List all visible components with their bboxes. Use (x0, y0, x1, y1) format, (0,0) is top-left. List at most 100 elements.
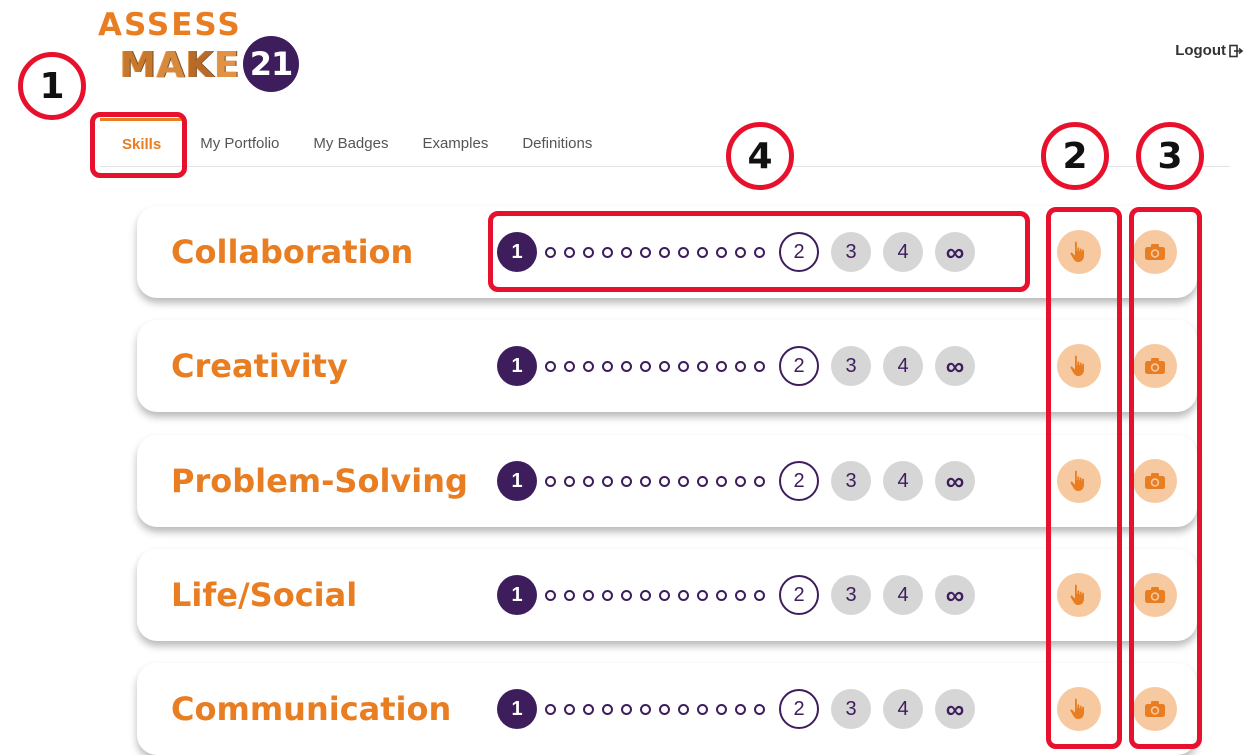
progress-step-dot (659, 360, 670, 372)
progress-step-dot (678, 360, 689, 372)
progress-step-dot (564, 703, 575, 715)
level-1-badge[interactable]: 1 (497, 575, 537, 615)
level-2-badge[interactable]: 2 (779, 346, 819, 386)
tab-my-badges[interactable]: My Badges (296, 118, 405, 166)
progress-step-dot (640, 360, 651, 372)
progress-step-dot (545, 589, 556, 601)
annotation-marker-2: 2 (1041, 122, 1109, 190)
progress-step-dot (621, 589, 632, 601)
progress-step-dot (564, 360, 575, 372)
progress-step-dot (716, 475, 727, 487)
annotation-box-progress (488, 211, 1030, 292)
skill-row: Communication 1 2 3 4 ∞ (137, 663, 1197, 755)
skill-progress-track: 1 2 3 4 ∞ (497, 461, 975, 501)
level-1-badge[interactable]: 1 (497, 689, 537, 729)
annotation-box-skills-tab (90, 112, 187, 178)
annotation-marker-4: 4 (726, 122, 794, 190)
skill-row: Life/Social 1 2 3 4 ∞ (137, 549, 1197, 641)
level-4-badge[interactable]: 4 (883, 461, 923, 501)
progress-step-dot (735, 475, 746, 487)
skill-name[interactable]: Problem-Solving (171, 435, 468, 527)
progress-step-dot (583, 475, 594, 487)
level-infinity-badge[interactable]: ∞ (935, 689, 975, 729)
progress-step-dot (754, 475, 765, 487)
level-4-badge[interactable]: 4 (883, 575, 923, 615)
progress-step-dot (583, 360, 594, 372)
skill-progress-track: 1 2 3 4 ∞ (497, 689, 975, 729)
logout-label: Logout (1175, 42, 1226, 59)
progress-step-dot (659, 703, 670, 715)
progress-step-dot (564, 475, 575, 487)
progress-step-dot (678, 703, 689, 715)
level-1-badge[interactable]: 1 (497, 461, 537, 501)
progress-step-dot (716, 703, 727, 715)
progress-step-dot (545, 360, 556, 372)
progress-step-dot (754, 703, 765, 715)
progress-step-dot (716, 360, 727, 372)
tab-examples[interactable]: Examples (405, 118, 505, 166)
level-1-badge[interactable]: 1 (497, 346, 537, 386)
level-2-badge[interactable]: 2 (779, 575, 819, 615)
progress-step-dot (716, 589, 727, 601)
progress-step-dot (659, 589, 670, 601)
progress-step-dot (735, 703, 746, 715)
progress-step-dot (640, 703, 651, 715)
progress-dots (545, 475, 773, 487)
annotation-marker-3: 3 (1136, 122, 1204, 190)
level-3-badge[interactable]: 3 (831, 575, 871, 615)
progress-dots (545, 703, 773, 715)
progress-step-dot (602, 703, 613, 715)
level-3-badge[interactable]: 3 (831, 346, 871, 386)
progress-step-dot (678, 589, 689, 601)
tab-definitions[interactable]: Definitions (505, 118, 609, 166)
tab-my-portfolio[interactable]: My Portfolio (183, 118, 296, 166)
progress-step-dot (564, 589, 575, 601)
annotation-marker-1: 1 (18, 52, 86, 120)
level-infinity-badge[interactable]: ∞ (935, 346, 975, 386)
logo-assess-text: ASSESS (98, 7, 242, 43)
logo-21-badge: 21 (243, 36, 299, 92)
progress-step-dot (583, 703, 594, 715)
progress-step-dot (602, 360, 613, 372)
progress-step-dot (735, 589, 746, 601)
logo: ASSESS MAKE 21 (98, 8, 308, 98)
progress-step-dot (602, 475, 613, 487)
progress-step-dot (621, 360, 632, 372)
skill-name[interactable]: Collaboration (171, 206, 413, 298)
annotation-box-tap-column (1046, 207, 1122, 749)
progress-step-dot (602, 589, 613, 601)
progress-step-dot (697, 589, 708, 601)
progress-step-dot (640, 589, 651, 601)
logo-make-text: MAKE (120, 45, 241, 86)
skill-row: Creativity 1 2 3 4 ∞ (137, 320, 1197, 412)
skill-row: Problem-Solving 1 2 3 4 ∞ (137, 435, 1197, 527)
level-2-badge[interactable]: 2 (779, 461, 819, 501)
level-infinity-badge[interactable]: ∞ (935, 575, 975, 615)
level-infinity-badge[interactable]: ∞ (935, 461, 975, 501)
skill-progress-track: 1 2 3 4 ∞ (497, 346, 975, 386)
level-2-badge[interactable]: 2 (779, 689, 819, 729)
skill-name[interactable]: Creativity (171, 320, 348, 412)
progress-step-dot (545, 703, 556, 715)
level-3-badge[interactable]: 3 (831, 689, 871, 729)
logout-icon (1229, 44, 1243, 57)
progress-step-dot (697, 475, 708, 487)
skill-name[interactable]: Communication (171, 663, 451, 755)
progress-step-dot (697, 703, 708, 715)
progress-step-dot (754, 589, 765, 601)
level-4-badge[interactable]: 4 (883, 689, 923, 729)
progress-step-dot (640, 475, 651, 487)
skill-name[interactable]: Life/Social (171, 549, 357, 641)
progress-dots (545, 360, 773, 372)
progress-step-dot (545, 475, 556, 487)
level-3-badge[interactable]: 3 (831, 461, 871, 501)
progress-step-dot (621, 703, 632, 715)
progress-step-dot (659, 475, 670, 487)
skill-progress-track: 1 2 3 4 ∞ (497, 575, 975, 615)
level-4-badge[interactable]: 4 (883, 346, 923, 386)
progress-step-dot (621, 475, 632, 487)
progress-step-dot (697, 360, 708, 372)
progress-step-dot (678, 475, 689, 487)
annotation-box-camera-column (1129, 207, 1202, 749)
logout-link[interactable]: Logout (1175, 42, 1243, 59)
